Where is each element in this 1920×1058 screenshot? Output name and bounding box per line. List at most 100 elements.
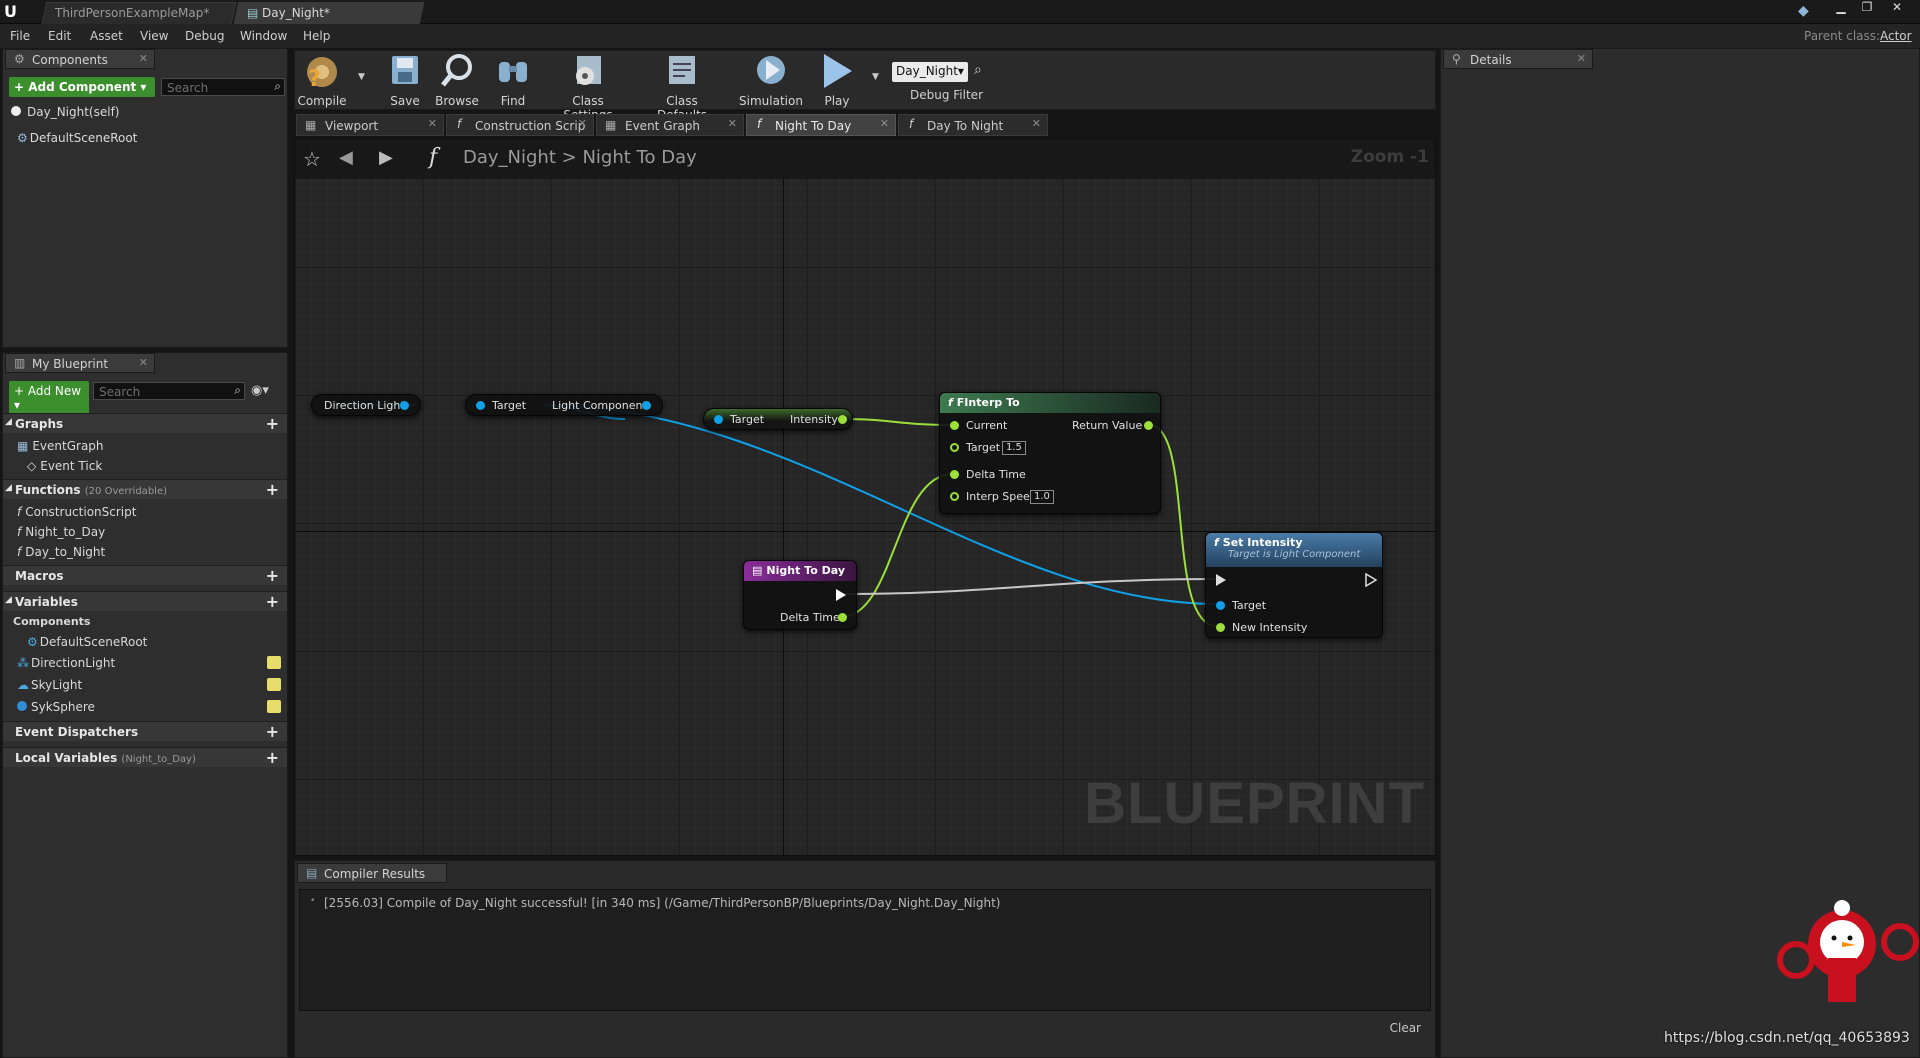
pin-getter-target-in[interactable]	[476, 401, 485, 410]
close-icon[interactable]: ✕	[428, 117, 437, 130]
add-graph-button[interactable]: +	[266, 414, 279, 433]
section-macros[interactable]: Macros +	[3, 565, 287, 585]
menu-debug[interactable]: Debug	[185, 29, 224, 43]
node-get-intensity[interactable]: Target Intensity	[703, 408, 853, 430]
play-options-chevron-icon[interactable]: ▼	[872, 72, 879, 82]
debug-search-icon[interactable]: ⌕	[974, 62, 982, 78]
find-button[interactable]: Find	[494, 52, 532, 108]
menu-asset[interactable]: Asset	[90, 29, 123, 43]
restore-button[interactable]: ❐	[1856, 0, 1878, 16]
function-item-day-to-night[interactable]: f Day_to_Night	[17, 545, 105, 559]
parent-class-link[interactable]: Actor	[1880, 29, 1912, 43]
variable-syk-sphere[interactable]: SykSphere	[17, 700, 95, 714]
pin-delta-time-in[interactable]	[950, 470, 959, 479]
menu-window[interactable]: Window	[240, 29, 287, 43]
pin-entry-delta-out[interactable]	[838, 613, 847, 622]
add-dispatcher-button[interactable]: +	[266, 722, 279, 741]
close-icon[interactable]: ✕	[1032, 117, 1041, 130]
pin-exec-in[interactable]	[1216, 574, 1226, 586]
editor-tab-day-to-night[interactable]: f Day To Night ✕	[898, 114, 1048, 136]
component-default-scene-root[interactable]: ⚙ DefaultSceneRoot	[17, 131, 137, 145]
finterp-speed-value-input[interactable]: 1.0	[1030, 490, 1054, 504]
variable-default-scene-root[interactable]: ⚙ DefaultSceneRoot	[27, 635, 147, 649]
close-button[interactable]: ✕	[1882, 0, 1912, 16]
close-icon[interactable]: ✕	[139, 52, 148, 65]
minimize-button[interactable]: ▁	[1830, 0, 1852, 16]
finterp-target-value-input[interactable]: 1.5	[1002, 441, 1026, 455]
pin-interp-speed-in[interactable]	[950, 492, 959, 501]
function-item-night-to-day[interactable]: f Night_to_Day	[17, 525, 105, 539]
section-variables[interactable]: ◢ Variables +	[3, 591, 287, 611]
pin-exec-out[interactable]	[836, 589, 846, 601]
section-local-variables[interactable]: Local Variables (Night_to_Day) +	[3, 747, 287, 767]
debug-object-select[interactable]: Day_Night▾	[892, 62, 968, 82]
close-icon[interactable]: ✕	[578, 117, 587, 130]
my-blueprint-tab[interactable]: ▥ My Blueprint ✕	[5, 353, 155, 373]
editor-tab-construction-script[interactable]: f Construction Scrip ✕	[446, 114, 594, 136]
close-icon[interactable]: ✕	[139, 356, 148, 369]
play-button[interactable]: Play	[814, 52, 860, 108]
pin-target-in[interactable]	[950, 443, 959, 452]
add-local-variable-button[interactable]: +	[266, 748, 279, 767]
source-control-icon[interactable]: ◆	[1798, 3, 1809, 19]
components-search-input[interactable]: Search ⌕	[161, 78, 285, 96]
components-tab[interactable]: ⚙ Components ✕	[5, 49, 155, 69]
close-icon[interactable]: ✕	[880, 117, 889, 130]
editor-tab-night-to-day[interactable]: f Night To Day ✕	[746, 114, 896, 136]
node-finterp-to[interactable]: f FInterp To Current Return Value Target …	[939, 392, 1161, 514]
editor-tab-viewport[interactable]: ▦ Viewport ✕	[296, 114, 444, 136]
node-direction-light[interactable]: Direction Light	[311, 394, 421, 416]
graph-item-eventgraph[interactable]: ▦ EventGraph	[17, 439, 104, 453]
node-set-intensity[interactable]: f Set Intensity Target is Light Component…	[1205, 532, 1383, 638]
section-graphs[interactable]: ◢ Graphs +	[3, 413, 287, 433]
save-button[interactable]: Save	[386, 52, 424, 108]
pin-set-target-in[interactable]	[1216, 601, 1225, 610]
pin-return-value-out[interactable]	[1144, 421, 1153, 430]
variable-direction-light[interactable]: ⁂ DirectionLight	[17, 656, 115, 670]
simulation-button[interactable]: Simulation	[738, 52, 804, 108]
variable-sky-light[interactable]: ☁ SkyLight	[17, 678, 82, 692]
node-function-entry[interactable]: ▤ Night To Day Delta Time	[743, 560, 857, 630]
editor-tab-event-graph[interactable]: ▦ Event Graph ✕	[596, 114, 744, 136]
add-macro-button[interactable]: +	[266, 566, 279, 585]
add-new-button[interactable]: + Add New ▾	[9, 381, 89, 415]
add-variable-button[interactable]: +	[266, 592, 279, 611]
clear-button[interactable]: Clear	[1390, 1021, 1421, 1035]
blueprint-graph-canvas[interactable]: ☆ ◀ ▶ f Day_Night > Night To Day Zoom -1…	[294, 138, 1436, 856]
compile-button[interactable]: ? Compile	[296, 52, 348, 108]
variable-category-components[interactable]: Components	[13, 615, 90, 628]
close-icon[interactable]: ✕	[728, 117, 737, 130]
menu-file[interactable]: File	[10, 29, 30, 43]
section-functions[interactable]: ◢ Functions (20 Overridable) +	[3, 479, 287, 499]
blueprint-search-input[interactable]: Search ⌕	[93, 382, 245, 400]
pin-direction-light-out[interactable]	[400, 401, 409, 410]
menu-help[interactable]: Help	[303, 29, 330, 43]
pin-new-intensity-in[interactable]	[1216, 623, 1225, 632]
visibility-eye-icon[interactable]	[267, 700, 281, 713]
browse-button[interactable]: Browse	[432, 52, 482, 108]
compiler-results-tab[interactable]: ▤ Compiler Results	[297, 863, 447, 883]
pin-light-component-out[interactable]	[642, 401, 651, 410]
class-settings-button[interactable]: Class Settings	[546, 52, 630, 122]
compile-options-chevron-icon[interactable]: ▼	[358, 72, 365, 82]
class-defaults-button[interactable]: Class Defaults	[640, 52, 724, 122]
graph-item-event-tick[interactable]: ◇ Event Tick	[27, 459, 102, 473]
menu-view[interactable]: View	[140, 29, 168, 43]
doc-tab-blueprint[interactable]: ▤ Day_Night*	[233, 2, 425, 24]
details-tab[interactable]: ⚲ Details ✕	[1443, 49, 1593, 69]
visibility-eye-icon[interactable]	[267, 678, 281, 691]
close-icon[interactable]: ✕	[1577, 52, 1586, 65]
add-component-button[interactable]: + Add Component ▾	[9, 77, 155, 97]
pin-current-in[interactable]	[950, 421, 959, 430]
menu-edit[interactable]: Edit	[48, 29, 71, 43]
visibility-eye-icon[interactable]	[267, 656, 281, 669]
section-event-dispatchers[interactable]: Event Dispatchers +	[3, 721, 287, 741]
pin-intensity-out[interactable]	[838, 415, 847, 424]
node-get-light-component[interactable]: Target Light Component	[465, 394, 663, 416]
pin-intensity-target-in[interactable]	[714, 415, 723, 424]
component-self[interactable]: Day_Night(self)	[11, 105, 120, 119]
view-options-eye-icon[interactable]: ◉▾	[251, 383, 269, 398]
doc-tab-map[interactable]: ThirdPersonExampleMap*	[41, 2, 237, 24]
add-function-button[interactable]: +	[266, 480, 279, 499]
function-item-construction-script[interactable]: f ConstructionScript	[17, 505, 136, 519]
